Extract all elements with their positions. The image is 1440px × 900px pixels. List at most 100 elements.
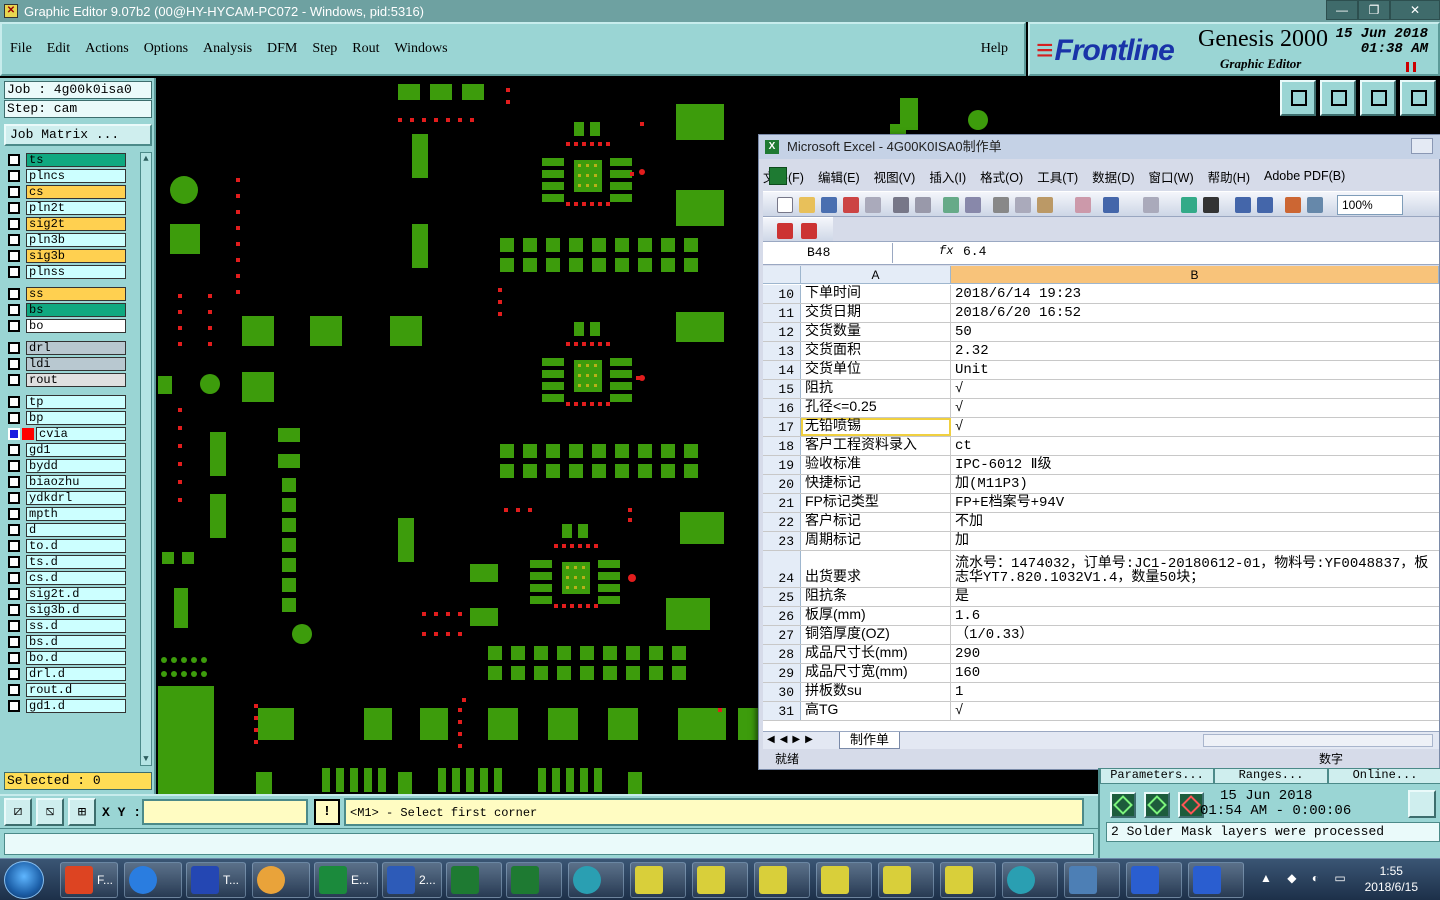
cell-b[interactable]: 是	[951, 588, 1439, 606]
menu-windows[interactable]: Windows	[395, 39, 448, 59]
cell-a[interactable]: 拼板数su	[801, 683, 951, 701]
tool-window-icon[interactable]	[1400, 80, 1436, 116]
layer-name[interactable]: bp	[26, 410, 126, 425]
layer-row[interactable]: plnss	[4, 264, 126, 279]
row-header[interactable]: 15	[763, 380, 801, 398]
taskbar-ie[interactable]	[124, 862, 182, 898]
cell-a[interactable]: 客户标记	[801, 513, 951, 531]
row-header[interactable]: 23	[763, 532, 801, 550]
layer-row[interactable]: drl	[4, 340, 126, 355]
layer-name[interactable]: cvia	[36, 426, 126, 441]
fx-icon[interactable]: fx	[939, 244, 953, 258]
menu-actions[interactable]: Actions	[85, 39, 129, 59]
print-icon[interactable]	[893, 197, 909, 213]
drawing-icon[interactable]	[1307, 197, 1323, 213]
run-icon[interactable]	[1110, 792, 1136, 818]
cell-b[interactable]: FP+E档案号+94V	[951, 494, 1439, 512]
layer-name[interactable]: bo	[26, 318, 126, 333]
scroll-up-icon[interactable]: ▲	[142, 154, 150, 164]
layer-name[interactable]: bo.d	[26, 650, 126, 665]
layer-checkbox[interactable]	[8, 427, 34, 440]
layer-row[interactable]: bo.d	[4, 650, 126, 665]
undo-icon[interactable]	[1103, 197, 1119, 213]
taskbar-t[interactable]: T...	[186, 862, 246, 898]
layer-row[interactable]: bp	[4, 410, 126, 425]
pause-icon[interactable]	[1406, 62, 1416, 72]
mail-icon[interactable]	[865, 197, 881, 213]
column-header-a[interactable]: A	[801, 266, 951, 284]
layer-row[interactable]: mpth	[4, 506, 126, 521]
layer-checkbox[interactable]	[8, 411, 20, 424]
layer-checkbox[interactable]	[8, 265, 20, 278]
layer-checkbox[interactable]	[8, 169, 20, 182]
tray-icons[interactable]: ▲ ◆ ◐ ▭	[1260, 871, 1352, 885]
menu-step[interactable]: Step	[312, 39, 337, 59]
layer-name[interactable]: ts	[26, 152, 126, 167]
taskbar-word[interactable]: 2...	[382, 862, 442, 898]
layer-row[interactable]: rout.d	[4, 682, 126, 697]
layer-checkbox[interactable]	[8, 523, 20, 536]
cell-b[interactable]: 流水号：1474032，订单号:JC1-20180612-01，物料号:YF00…	[951, 551, 1439, 587]
layer-checkbox[interactable]	[8, 153, 20, 166]
row-header[interactable]: 30	[763, 683, 801, 701]
cell-b[interactable]: 2018/6/20 16:52	[951, 304, 1439, 322]
cell-b[interactable]: 1	[951, 683, 1439, 701]
layer-checkbox[interactable]	[8, 373, 20, 386]
row-header[interactable]: 18	[763, 437, 801, 455]
layer-name[interactable]: sig2t	[26, 216, 126, 231]
layer-row[interactable]: sig2t.d	[4, 586, 126, 601]
zoom-icon[interactable]	[1408, 790, 1436, 818]
copy-icon[interactable]	[1015, 197, 1031, 213]
taskbar-frontline-3[interactable]	[1188, 862, 1244, 898]
menu-analysis[interactable]: Analysis	[203, 39, 252, 59]
layer-row[interactable]: cvia	[4, 426, 126, 441]
cell-b[interactable]: 2.32	[951, 342, 1439, 360]
layer-name[interactable]: ts.d	[26, 554, 126, 569]
tool-home-icon[interactable]	[1360, 80, 1396, 116]
row-header[interactable]: 27	[763, 626, 801, 644]
layer-row[interactable]: biaozhu	[4, 474, 126, 489]
warning-icon[interactable]: !	[314, 799, 340, 825]
sheet-nav-icons[interactable]: ◀◀▶▶	[767, 734, 818, 745]
new-icon[interactable]	[777, 197, 793, 213]
layer-checkbox[interactable]	[8, 635, 20, 648]
layer-name[interactable]: mpth	[26, 506, 126, 521]
excel-minimize-button[interactable]	[1411, 138, 1433, 154]
layer-name[interactable]: cs.d	[26, 570, 126, 585]
layer-name[interactable]: ldi	[26, 356, 126, 371]
layer-row[interactable]: gd1.d	[4, 698, 126, 713]
layer-name[interactable]: rout	[26, 372, 126, 387]
chart-wizard-icon[interactable]	[1285, 197, 1301, 213]
layer-scrollbar[interactable]: ▲ ▼	[140, 152, 152, 766]
layer-checkbox[interactable]	[8, 287, 20, 300]
name-box[interactable]: B48	[763, 243, 893, 263]
row-header[interactable]: 17	[763, 418, 801, 436]
layer-name[interactable]: rout.d	[26, 682, 126, 697]
cell-b[interactable]: 160	[951, 664, 1439, 682]
cell-a[interactable]: 板厚(mm)	[801, 607, 951, 625]
layer-checkbox[interactable]	[8, 319, 20, 332]
snap-grid-icon[interactable]: ⊞	[68, 798, 96, 826]
ranges-button[interactable]: Ranges...	[1214, 768, 1328, 784]
formula-input[interactable]: 6.4	[963, 244, 986, 259]
layer-name[interactable]: sig3b.d	[26, 602, 126, 617]
layer-row[interactable]: d	[4, 522, 126, 537]
open-icon[interactable]	[799, 197, 815, 213]
minimize-button[interactable]: —	[1326, 0, 1358, 20]
column-header-b[interactable]: B	[951, 266, 1439, 284]
layer-checkbox[interactable]	[8, 587, 20, 600]
cell-b[interactable]: 1.6	[951, 607, 1439, 625]
layer-name[interactable]: plncs	[26, 168, 126, 183]
run-all-icon[interactable]	[1144, 792, 1170, 818]
sheet-tab[interactable]: 制作单	[839, 732, 901, 749]
layer-row[interactable]: rout	[4, 372, 126, 387]
layer-row[interactable]: bydd	[4, 458, 126, 473]
paste-icon[interactable]	[1037, 197, 1053, 213]
layer-checkbox[interactable]	[8, 357, 20, 370]
taskbar-genesis-6[interactable]	[940, 862, 996, 898]
layer-checkbox[interactable]	[8, 699, 20, 712]
row-header[interactable]: 21	[763, 494, 801, 512]
pdf-email-icon[interactable]	[801, 223, 817, 239]
layer-name[interactable]: ss.d	[26, 618, 126, 633]
cell-a[interactable]: 周期标记	[801, 532, 951, 550]
